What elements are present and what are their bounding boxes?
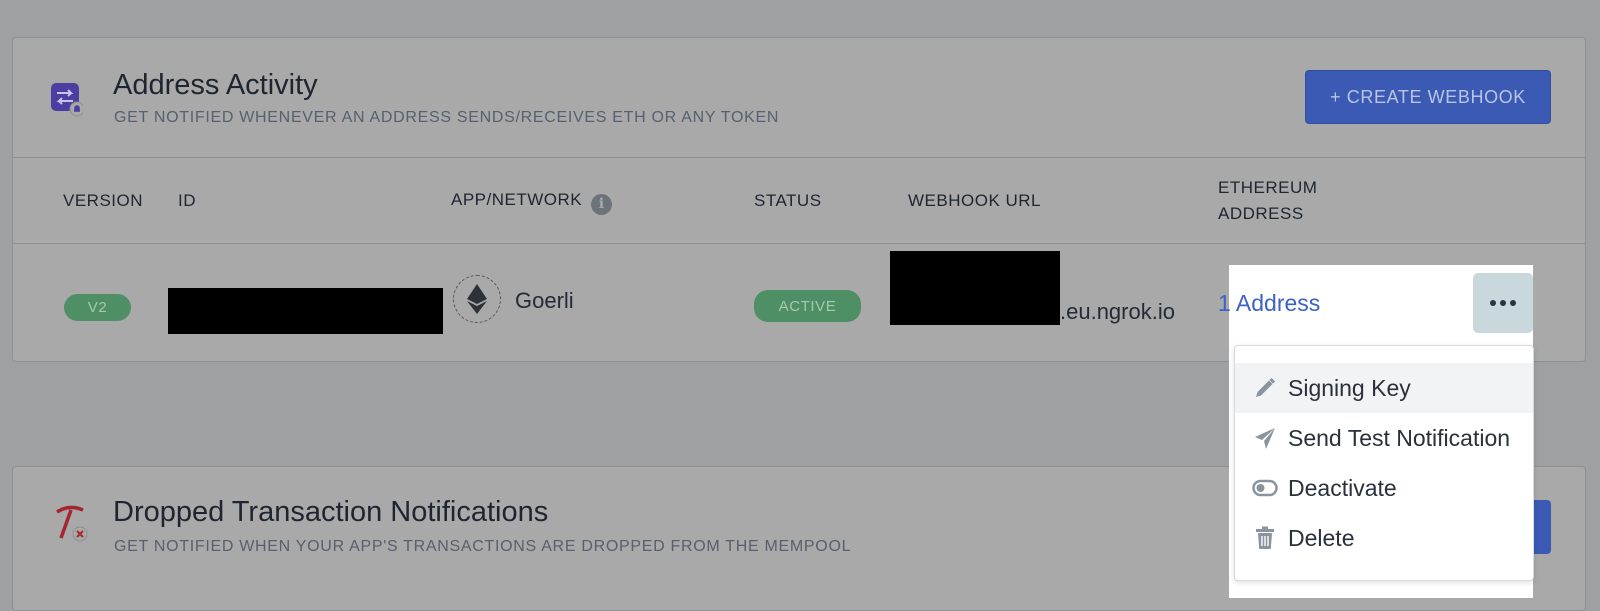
menu-item-delete[interactable]: Delete — [1235, 513, 1533, 563]
pencil-icon — [1252, 375, 1278, 401]
swap-arrows-bell-icon — [49, 81, 85, 117]
divider — [13, 243, 1585, 244]
redacted-id — [168, 288, 443, 334]
more-actions-button[interactable] — [1473, 273, 1533, 333]
menu-item-deactivate[interactable]: Deactivate — [1235, 463, 1533, 513]
divider — [13, 157, 1585, 158]
version-badge: V2 — [64, 294, 131, 321]
network-name: Goerli — [515, 288, 574, 313]
menu-item-label: Send Test Notification — [1288, 424, 1511, 451]
menu-item-label: Signing Key — [1288, 374, 1411, 401]
create-webhook-button[interactable]: + CREATE WEBHOOK — [1305, 70, 1551, 124]
paper-plane-icon — [1252, 425, 1278, 451]
col-app-network-label: APP/NETWORK — [451, 190, 583, 209]
menu-item-send-test-notification[interactable]: Send Test Notification — [1235, 413, 1533, 463]
card-title: Address Activity — [113, 69, 318, 101]
menu-item-label: Deactivate — [1288, 474, 1397, 501]
col-id: ID — [178, 191, 196, 210]
col-eth-address-line1: ETHEREUM — [1218, 178, 1318, 197]
pickaxe-x-icon — [53, 504, 88, 542]
address-link[interactable]: 1 Address — [1218, 290, 1320, 317]
card-subtitle: GET NOTIFIED WHEN YOUR APP'S TRANSACTION… — [114, 538, 852, 555]
dot — [1490, 300, 1496, 306]
dot — [1510, 300, 1516, 306]
col-eth-address: ETHEREUM ADDRESS — [1218, 175, 1317, 227]
info-icon[interactable]: i — [591, 194, 613, 215]
card-subtitle: GET NOTIFIED WHENEVER AN ADDRESS SENDS/R… — [114, 109, 780, 126]
dot — [1500, 300, 1506, 306]
col-status: STATUS — [754, 191, 822, 210]
card-title: Dropped Transaction Notifications — [113, 496, 549, 528]
toggle-icon — [1252, 475, 1278, 501]
col-app-network: APP/NETWORK i — [451, 187, 613, 215]
col-eth-address-line2: ADDRESS — [1218, 204, 1304, 223]
menu-item-label: Delete — [1288, 524, 1355, 551]
menu-item-signing-key[interactable]: Signing Key — [1235, 363, 1533, 413]
trash-icon — [1252, 525, 1278, 551]
col-version: VERSION — [63, 191, 144, 210]
redacted-webhook-url — [890, 251, 1060, 325]
webhook-url-suffix: .eu.ngrok.io — [1060, 299, 1175, 324]
col-webhook-url: WEBHOOK URL — [908, 191, 1042, 210]
ethereum-icon — [453, 275, 501, 323]
actions-dropdown-menu: Signing Key Send Test Notification Deact… — [1234, 345, 1534, 581]
status-badge: ACTIVE — [754, 290, 861, 322]
